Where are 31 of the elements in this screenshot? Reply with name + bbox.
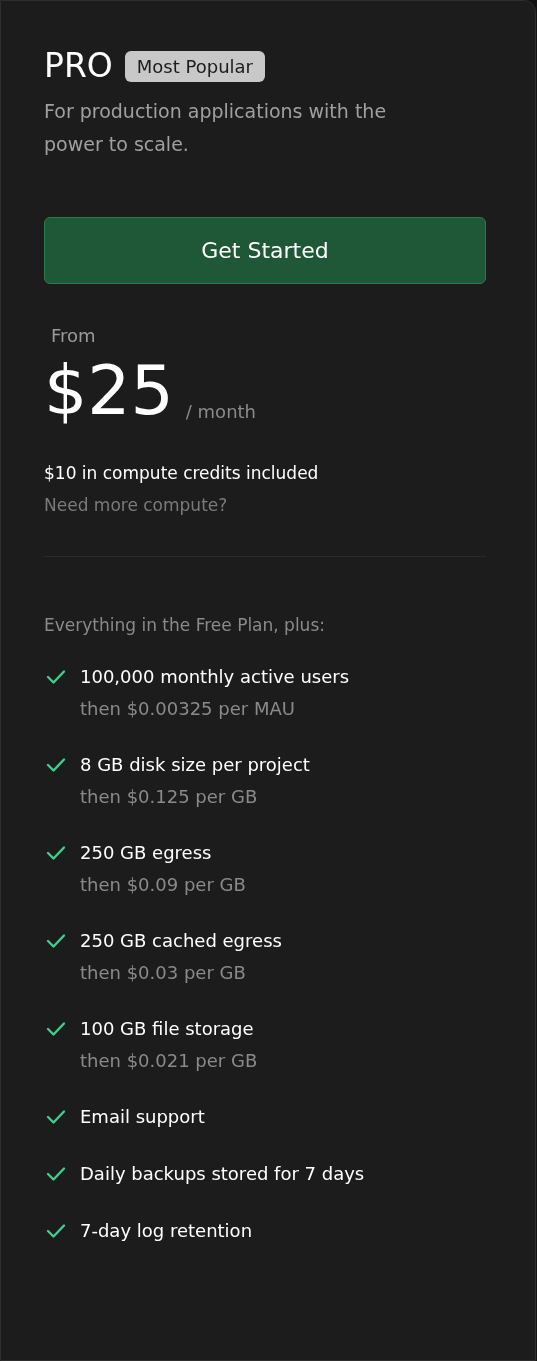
- feature-title: 100 GB file storage: [80, 1016, 255, 1041]
- plan-badge: Most Popular: [124, 50, 265, 82]
- price-amount: $25: [44, 351, 174, 431]
- check-icon: [46, 668, 66, 685]
- more-compute-link[interactable]: Need more compute?: [44, 492, 484, 518]
- feature-detail: then $0.09 per GB: [80, 872, 246, 897]
- feature-title: Daily backups stored for 7 days: [80, 1161, 365, 1186]
- check-icon: [46, 756, 66, 773]
- feature-title: Email support: [80, 1104, 205, 1129]
- feature-detail: then $0.00325 per MAU: [80, 696, 296, 721]
- feature-title: 7-day log retention: [80, 1218, 253, 1243]
- price-prefix: From: [51, 324, 97, 348]
- check-icon: [46, 1165, 66, 1182]
- check-icon: [46, 1108, 66, 1125]
- check-icon: [46, 1020, 66, 1037]
- plan-name: PRO: [44, 45, 113, 87]
- feature-title: 8 GB disk size per project: [80, 752, 310, 777]
- feature-title: 250 GB cached egress: [80, 928, 282, 953]
- plan-description: For production applications with the power to scale.: [44, 99, 388, 157]
- feature-title: 250 GB egress: [80, 840, 213, 865]
- get-started-button[interactable]: Get Started: [44, 217, 486, 284]
- feature-detail: then $0.021 per GB: [80, 1048, 258, 1073]
- check-icon: [46, 844, 66, 861]
- feature-detail: then $0.125 per GB: [80, 784, 259, 809]
- check-icon: [46, 932, 66, 949]
- features-heading: Everything in the Free Plan, plus:: [44, 614, 326, 637]
- feature-title: 100,000 monthly active users: [80, 664, 350, 689]
- price-period: / month: [185, 400, 256, 424]
- feature-detail: then $0.03 per GB: [80, 960, 247, 985]
- credits-note: $10 in compute credits included: [44, 462, 320, 485]
- check-icon: [46, 1222, 66, 1239]
